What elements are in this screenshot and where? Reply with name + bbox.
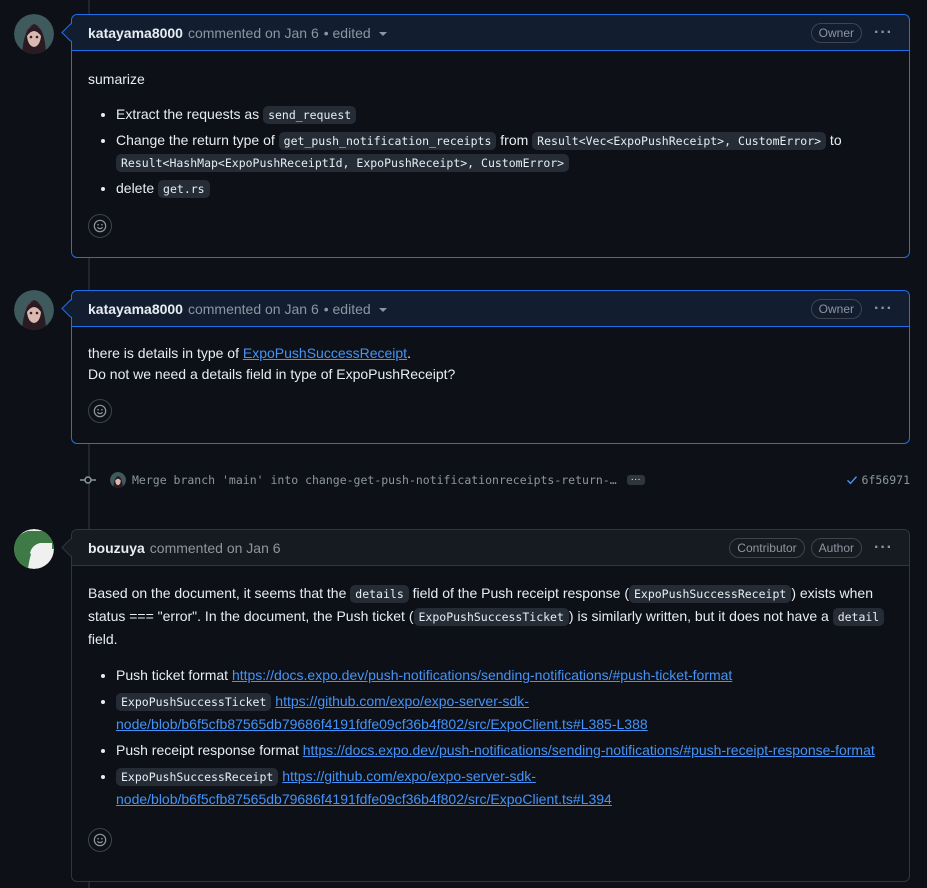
comment-paragraph: Based on the document, it seems that the… bbox=[88, 582, 893, 650]
comment-timestamp[interactable]: commented on Jan 6 bbox=[188, 25, 319, 41]
more-options-icon[interactable]: ··· bbox=[874, 300, 893, 316]
git-commit-icon bbox=[80, 476, 96, 484]
inline-code: ExpoPushSuccessReceipt bbox=[116, 768, 279, 786]
commit-sha[interactable]: 6f56971 bbox=[862, 473, 910, 487]
committer-avatar[interactable] bbox=[110, 472, 126, 488]
comment-header: katayama8000 commented on Jan 6 • edited… bbox=[72, 15, 909, 51]
comment-text: Do not we need a details field in type o… bbox=[88, 366, 456, 382]
smiley-icon bbox=[93, 833, 107, 847]
comment-text: there is details in type of ExpoPushSucc… bbox=[88, 345, 411, 361]
expand-commit-button[interactable]: ··· bbox=[626, 475, 645, 485]
edited-label: • edited bbox=[323, 24, 371, 41]
add-reaction-button[interactable] bbox=[88, 399, 112, 423]
commit-message[interactable]: Merge branch 'main' into change-get-push… bbox=[132, 473, 617, 487]
docs-link[interactable]: https://docs.expo.dev/push-notifications… bbox=[303, 742, 875, 758]
author-avatar[interactable] bbox=[14, 290, 54, 330]
inline-code: ExpoPushSuccessTicket bbox=[413, 608, 569, 626]
inline-code: detail bbox=[832, 608, 885, 626]
comment-header: bouzuya commented on Jan 6 Contributor A… bbox=[72, 530, 909, 566]
inline-code: Result<HashMap<ExpoPushReceiptId, ExpoPu… bbox=[116, 154, 570, 172]
docs-link[interactable]: https://docs.expo.dev/push-notifications… bbox=[232, 667, 732, 683]
more-options-icon[interactable]: ··· bbox=[874, 539, 893, 555]
inline-code: get.rs bbox=[158, 180, 210, 198]
comment-body: sumarize Extract the requests as send_re… bbox=[72, 51, 909, 254]
chevron-down-icon bbox=[378, 32, 387, 36]
inline-code: ExpoPushSuccessReceipt bbox=[628, 585, 792, 603]
author-avatar[interactable] bbox=[14, 14, 54, 54]
comment-title: sumarize bbox=[88, 71, 145, 87]
contributor-badge: Contributor bbox=[729, 537, 805, 558]
type-link[interactable]: ExpoPushSuccessReceipt bbox=[243, 345, 407, 361]
comment-body: Based on the document, it seems that the… bbox=[72, 566, 909, 868]
list-item: Change the return type of get_push_notif… bbox=[116, 130, 893, 174]
comment-header: katayama8000 commented on Jan 6 • edited… bbox=[72, 291, 909, 327]
comment-card: bouzuya commented on Jan 6 Contributor A… bbox=[71, 529, 910, 882]
inline-code: Result<Vec<ExpoPushReceipt>, CustomError… bbox=[532, 132, 827, 150]
edited-dropdown[interactable]: • edited bbox=[324, 25, 387, 41]
list-item: ExpoPushSuccessTicket https://github.com… bbox=[116, 690, 893, 735]
list-item: Push receipt response format https://doc… bbox=[116, 739, 893, 761]
inline-code: send_request bbox=[263, 106, 357, 124]
comment-timestamp[interactable]: commented on Jan 6 bbox=[188, 301, 319, 317]
commit-event: Merge branch 'main' into change-get-push… bbox=[80, 468, 910, 492]
author-name[interactable]: katayama8000 bbox=[88, 301, 183, 317]
comment-timestamp[interactable]: commented on Jan 6 bbox=[150, 540, 281, 556]
inline-code: details bbox=[350, 585, 409, 603]
comment-body: there is details in type of ExpoPushSucc… bbox=[72, 327, 909, 439]
smiley-icon bbox=[93, 404, 107, 418]
smiley-icon bbox=[93, 219, 107, 233]
author-badge: Author bbox=[810, 537, 863, 558]
list-item: ExpoPushSuccessReceipt https://github.co… bbox=[116, 765, 893, 810]
comment-list: Push ticket format https://docs.expo.dev… bbox=[88, 664, 893, 810]
edited-label: • edited bbox=[323, 300, 371, 317]
add-reaction-button[interactable] bbox=[88, 828, 112, 852]
comment-card: katayama8000 commented on Jan 6 • edited… bbox=[71, 14, 910, 258]
comment-list: Extract the requests as send_request Cha… bbox=[88, 104, 893, 200]
author-name[interactable]: bouzuya bbox=[88, 540, 145, 556]
owner-badge: Owner bbox=[810, 22, 863, 43]
owner-badge: Owner bbox=[810, 298, 863, 319]
check-icon[interactable] bbox=[846, 474, 858, 486]
list-item: delete get.rs bbox=[116, 178, 893, 200]
author-avatar[interactable] bbox=[14, 529, 54, 569]
more-options-icon[interactable]: ··· bbox=[874, 24, 893, 40]
inline-code: get_push_notification_receipts bbox=[278, 132, 497, 150]
comment-card: katayama8000 commented on Jan 6 • edited… bbox=[71, 290, 910, 444]
author-name[interactable]: katayama8000 bbox=[88, 25, 183, 41]
list-item: Push ticket format https://docs.expo.dev… bbox=[116, 664, 893, 686]
list-item: Extract the requests as send_request bbox=[116, 104, 893, 126]
add-reaction-button[interactable] bbox=[88, 214, 112, 238]
inline-code: ExpoPushSuccessTicket bbox=[116, 693, 272, 711]
edited-dropdown[interactable]: • edited bbox=[324, 301, 387, 317]
chevron-down-icon bbox=[378, 308, 387, 312]
